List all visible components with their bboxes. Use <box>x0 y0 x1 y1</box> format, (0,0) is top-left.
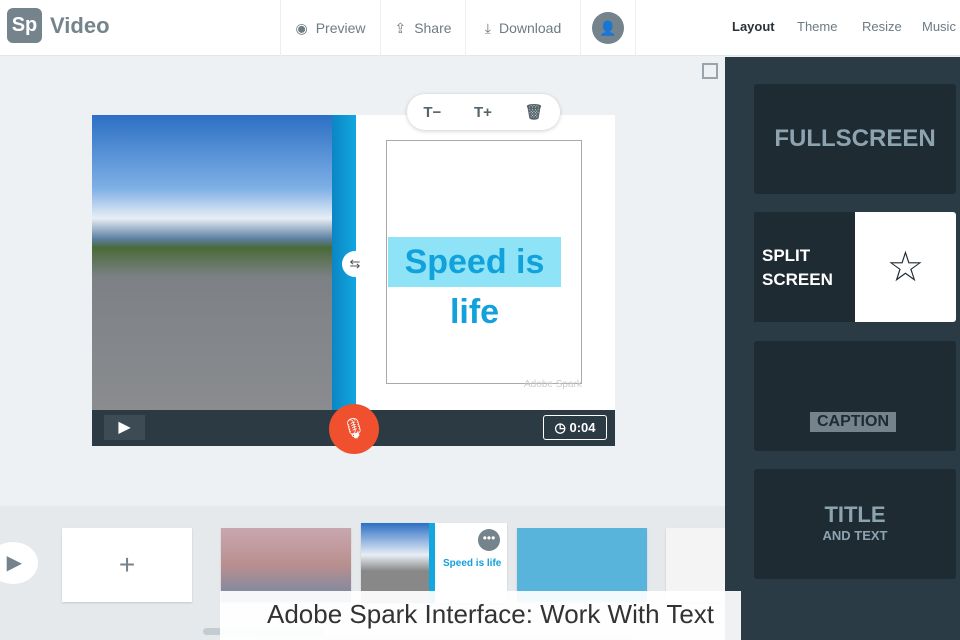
add-user-icon: 👤 <box>592 12 624 44</box>
caption-label: CAPTION <box>810 412 896 432</box>
watermark: Adobe Spark <box>524 379 582 390</box>
slide-stage: ⇆ Speed is life Adobe Spark ▶ ◷ 0:04 <box>92 115 615 446</box>
star-icon: ☆ <box>886 243 925 290</box>
more-icon[interactable]: ••• <box>478 529 500 551</box>
download-label: Download <box>498 20 562 36</box>
image-caption: Adobe Spark Interface: Work With Text <box>220 591 741 640</box>
preview-button[interactable]: ◉ Preview <box>280 0 380 56</box>
download-button[interactable]: ⤓ Download <box>465 0 580 56</box>
share-label: Share <box>414 20 452 36</box>
top-bar: Sp Video ◉ Preview ⇪ Share ⤓ Download 👤 Lay… <box>0 0 960 56</box>
preview-label: Preview <box>315 20 366 36</box>
tab-layout[interactable]: Layout <box>732 19 775 34</box>
fullscreen-icon[interactable] <box>702 63 718 79</box>
slide-text[interactable]: Speed is life <box>388 237 561 331</box>
play-button[interactable]: ▶ <box>104 415 145 440</box>
download-icon: ⤓ <box>484 19 491 36</box>
invite-button[interactable]: 👤 <box>580 0 636 56</box>
split-label-2: SCREEN <box>762 270 833 289</box>
eye-icon: ◉ <box>295 19 308 36</box>
layout-panel: FULLSCREEN SPLIT SCREEN ☆ CAPTION TITLE AN… <box>725 57 960 640</box>
share-button[interactable]: ⇪ Share <box>380 0 465 56</box>
share-icon: ⇪ <box>394 19 407 36</box>
tab-theme[interactable]: Theme <box>797 19 837 34</box>
split-label-1: SPLIT <box>762 246 811 265</box>
motorcycle-photo[interactable] <box>92 115 332 410</box>
layout-split-screen[interactable]: SPLIT SCREEN ☆ <box>754 212 956 322</box>
add-slide-button[interactable]: + <box>62 528 192 602</box>
increase-text-button[interactable]: T+ <box>474 104 492 121</box>
tab-resize[interactable]: Resize <box>862 19 902 34</box>
duration: 0:04 <box>569 420 596 435</box>
spark-logo: Sp <box>7 8 42 43</box>
duration-badge[interactable]: ◷ 0:04 <box>543 415 607 440</box>
text-toolbar: T− T+ 🗑 <box>407 94 560 130</box>
app-name: Video <box>50 13 110 38</box>
swap-icon[interactable]: ⇆ <box>342 251 368 277</box>
thumb-text: Speed is life <box>443 558 502 569</box>
record-button[interactable]: 🎙 <box>329 404 379 454</box>
tab-music[interactable]: Music <box>922 19 956 34</box>
layout-fullscreen[interactable]: FULLSCREEN <box>754 84 956 194</box>
layout-caption[interactable]: CAPTION <box>754 341 956 451</box>
layout-title-and-text[interactable]: TITLE AND TEXT <box>754 469 956 579</box>
trash-icon[interactable]: 🗑 <box>525 103 544 121</box>
title-sub-label: AND TEXT <box>822 528 888 543</box>
decrease-text-button[interactable]: T− <box>423 104 441 121</box>
title-label: TITLE <box>824 502 886 527</box>
